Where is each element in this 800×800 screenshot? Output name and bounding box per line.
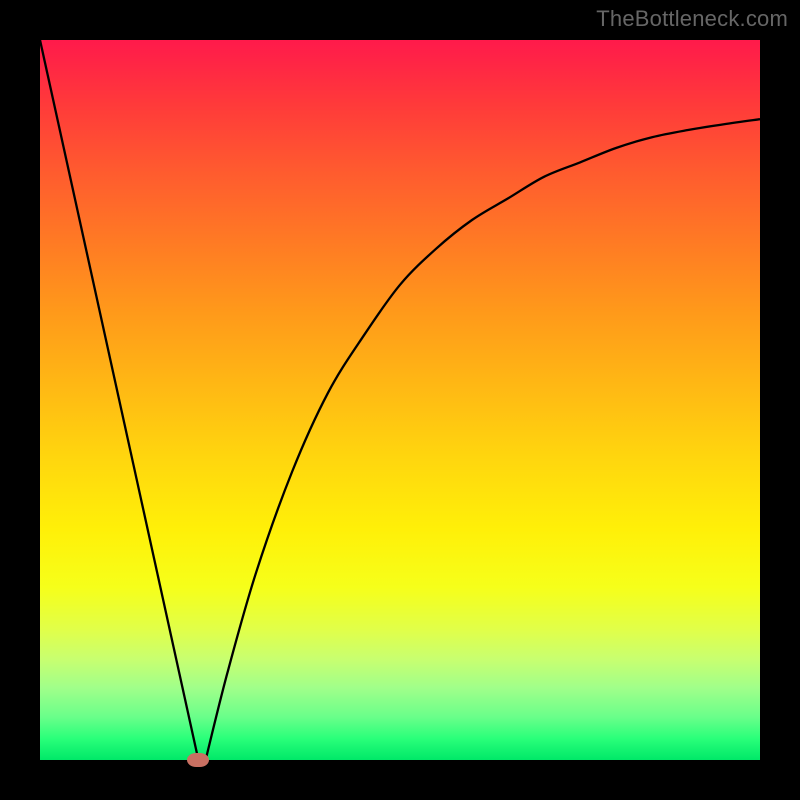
curve-right-segment [206,119,760,760]
curve-left-segment [40,40,198,760]
chart-frame: TheBottleneck.com [0,0,800,800]
curve-layer [40,40,760,760]
watermark-text: TheBottleneck.com [596,6,788,32]
plot-area [40,40,760,760]
min-marker [187,753,209,767]
